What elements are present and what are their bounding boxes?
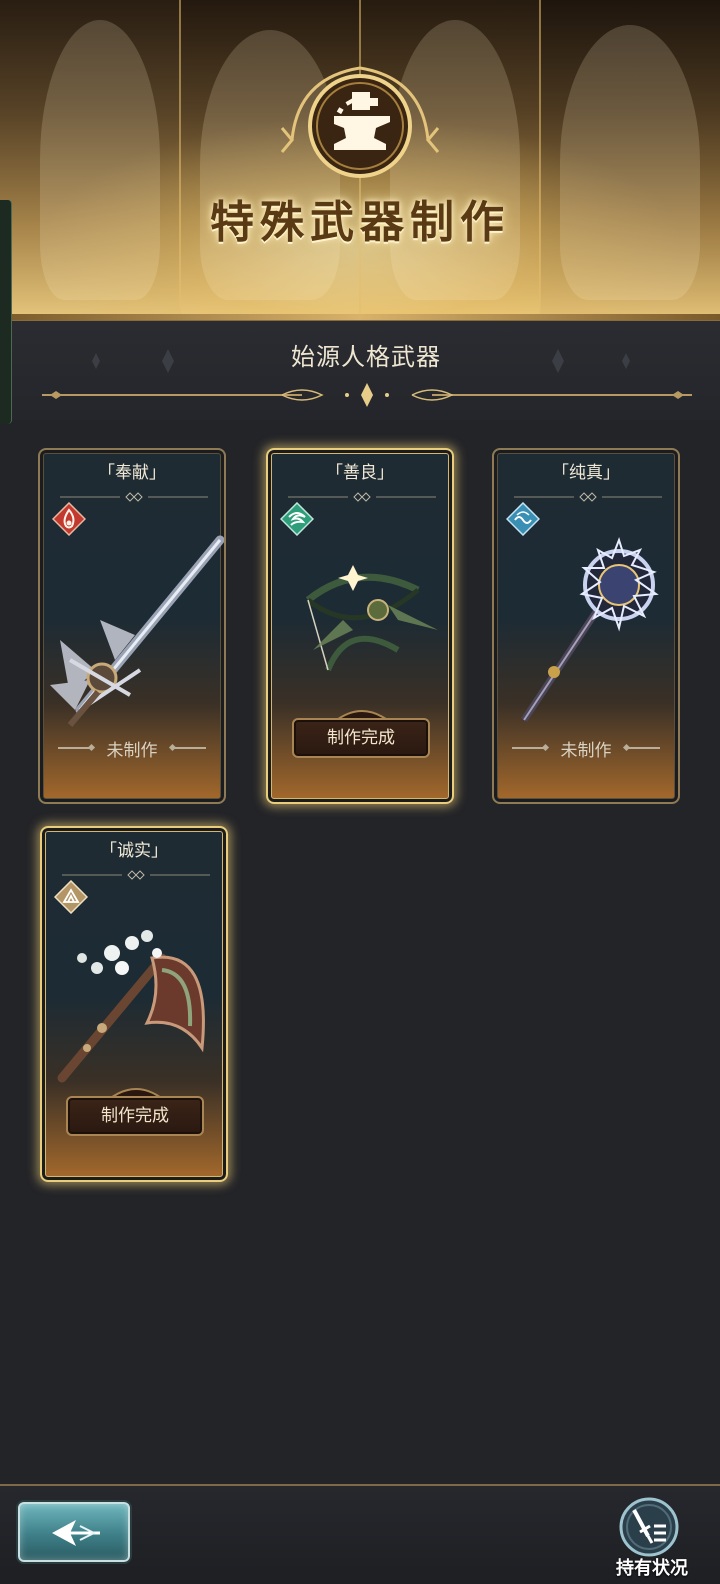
title-divider xyxy=(62,870,210,880)
character-silhouette xyxy=(40,20,160,300)
holdings-status-button[interactable]: 持有状况 xyxy=(604,1496,700,1582)
axe-image xyxy=(57,930,205,1083)
banner-divider xyxy=(179,0,181,320)
title-divider xyxy=(60,492,208,502)
bottom-nav-bar: 持有状况 xyxy=(0,1484,720,1584)
longsword-image xyxy=(50,535,224,727)
weapon-name: 「善良」 xyxy=(326,463,394,483)
section-header: 始源人格武器 xyxy=(12,320,720,420)
character-silhouette xyxy=(560,25,700,300)
weapon-name: 「奉献」 xyxy=(98,463,166,483)
crafted-status-button[interactable]: 制作完成 xyxy=(292,718,430,758)
staff-image xyxy=(521,536,659,722)
side-drawer-tab[interactable] xyxy=(0,200,12,424)
weapon-card-dedication[interactable]: 「奉献」 未制作 xyxy=(38,448,226,804)
back-arrow-icon xyxy=(52,1520,100,1546)
sword-list-icon xyxy=(619,1497,679,1557)
weapon-grid: 「奉献」 未制作 「善良」 制作完成 「纯真」 未制作 「诚实」 制作完成 xyxy=(0,420,720,1480)
header-banner: 特殊武器制作 xyxy=(0,0,720,320)
weapon-card-innocence[interactable]: 「纯真」 未制作 xyxy=(492,448,680,804)
weapon-name: 「纯真」 xyxy=(552,463,620,483)
weapon-card-honesty[interactable]: 「诚实」 制作完成 xyxy=(40,826,228,1182)
sparkle-decoration xyxy=(552,349,630,373)
back-button[interactable] xyxy=(18,1502,130,1562)
sparkle-decoration xyxy=(92,349,174,373)
crafted-status-button[interactable]: 制作完成 xyxy=(66,1096,204,1136)
status-divider xyxy=(626,747,660,749)
weapon-card-kindness[interactable]: 「善良」 制作完成 xyxy=(266,448,454,804)
status-divider xyxy=(172,747,206,749)
title-divider xyxy=(514,492,662,502)
title-divider xyxy=(288,492,436,502)
page-title: 特殊武器制作 xyxy=(210,197,510,248)
weapon-name: 「诚实」 xyxy=(100,841,168,861)
bow-image xyxy=(305,565,438,672)
holdings-label: 持有状况 xyxy=(616,1558,688,1579)
anvil-hammer-icon xyxy=(280,66,440,178)
ornament-divider xyxy=(42,383,692,407)
banner-divider xyxy=(539,0,541,320)
